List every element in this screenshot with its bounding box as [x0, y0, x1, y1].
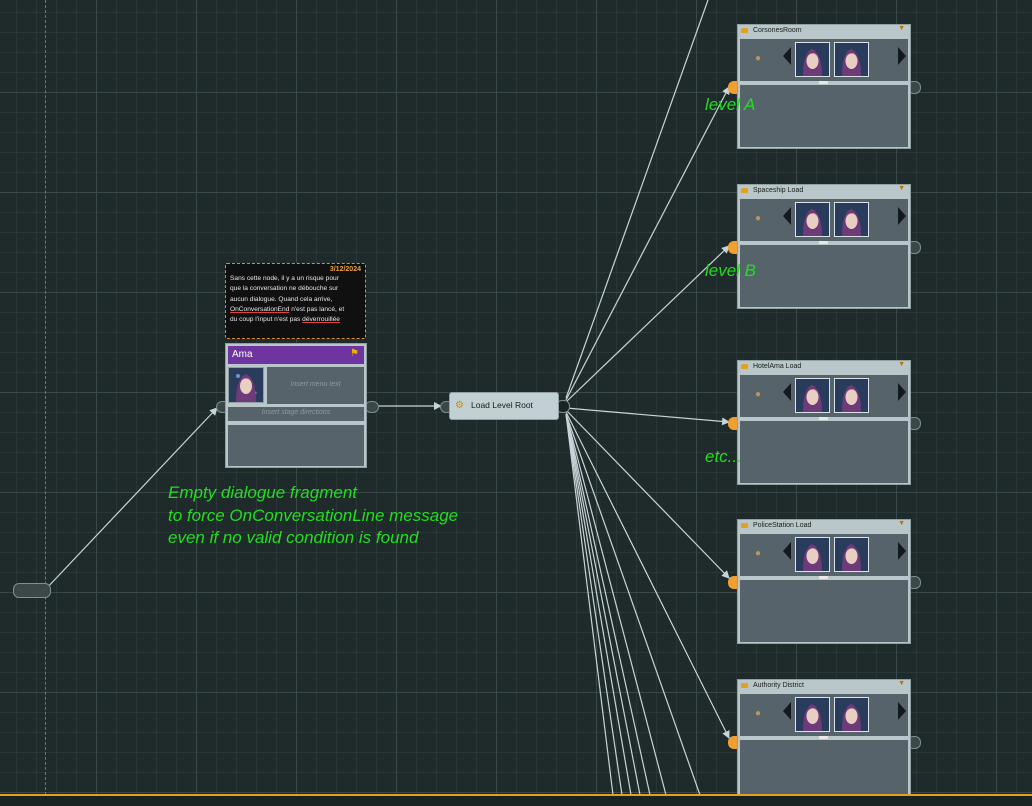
character-thumbnail[interactable] [834, 537, 869, 572]
note-link-onconversationend: OnConversationEnd [230, 305, 290, 313]
character-thumbnail[interactable] [834, 42, 869, 77]
scroll-right-icon[interactable] [898, 702, 906, 720]
condition-speakers-row: ● [740, 199, 908, 241]
dialogue-fragment-node[interactable]: Ama ⚑ Insert menu text Insert stage dire… [225, 343, 367, 468]
condition-name: PoliceStation Load [753, 522, 812, 529]
character-thumbnail[interactable] [834, 697, 869, 732]
condition-speakers-row: ● [740, 39, 908, 81]
row-separator [819, 736, 828, 739]
character-thumbnail[interactable] [834, 202, 869, 237]
scroll-right-icon[interactable] [898, 383, 906, 401]
hub-icon: ⚙ [455, 400, 464, 411]
condition-expression-field[interactable] [740, 740, 908, 794]
scroll-left-icon[interactable] [783, 383, 791, 401]
folder-icon [741, 188, 748, 193]
bottom-status-bar [0, 794, 1032, 806]
condition-speakers-row: ● [740, 534, 908, 576]
condition-title-bar[interactable]: Authority District ▼ [738, 680, 910, 693]
lightbulb-icon: ● [755, 213, 762, 224]
condition-title-bar[interactable]: PoliceStation Load ▼ [738, 520, 910, 533]
folder-icon [741, 683, 748, 688]
speaker-portrait[interactable] [228, 367, 264, 403]
row-separator [819, 241, 828, 244]
row-separator [819, 576, 828, 579]
lightbulb-icon: ● [755, 53, 762, 64]
condition-expression-field[interactable] [740, 85, 908, 147]
condition-expression-field[interactable] [740, 580, 908, 642]
folder-icon [741, 523, 748, 528]
speaker-name: Ama [232, 349, 253, 360]
lightbulb-icon: ● [755, 708, 762, 719]
character-thumbnail[interactable] [795, 378, 830, 413]
note-text: Sans cette node, il y a un risque pour q… [230, 275, 345, 324]
condition-node[interactable]: CorsonesRoom ▼ ● [737, 24, 911, 149]
fragment-output-pin[interactable] [365, 401, 379, 413]
speech-bubble-icon[interactable]: ⚑ [346, 346, 364, 364]
scroll-left-icon[interactable] [783, 702, 791, 720]
row-separator [819, 81, 828, 84]
hub-node-load-level-root[interactable]: ⚙ Load Level Root [449, 392, 559, 420]
scroll-right-icon[interactable] [898, 207, 906, 225]
hub-label: Load Level Root [471, 400, 533, 410]
condition-name: Spaceship Load [753, 187, 804, 194]
canvas-guide-line [45, 0, 46, 795]
chevron-down-icon[interactable]: ▼ [898, 25, 905, 32]
condition-node[interactable]: Spaceship Load ▼ ● [737, 184, 911, 309]
condition-expression-field[interactable] [740, 421, 908, 483]
note-date: 3/12/2024 [329, 266, 361, 273]
annotation-level-a: level A [705, 95, 756, 114]
condition-speakers-row: ● [740, 375, 908, 417]
condition-speakers-row: ● [740, 694, 908, 736]
character-thumbnail[interactable] [834, 378, 869, 413]
folder-icon [741, 364, 748, 369]
dialogue-text-field[interactable] [228, 425, 364, 466]
condition-title-bar[interactable]: HotelAma Load ▼ [738, 361, 910, 374]
menu-text-field[interactable]: Insert menu text [267, 367, 364, 404]
condition-title-bar[interactable]: CorsonesRoom ▼ [738, 25, 910, 38]
character-thumbnail[interactable] [795, 42, 830, 77]
annotation-empty-fragment: Empty dialogue fragment to force OnConve… [168, 483, 459, 547]
condition-name: HotelAma Load [753, 363, 802, 370]
character-thumbnail[interactable] [795, 697, 830, 732]
chevron-down-icon[interactable]: ▼ [898, 520, 905, 527]
condition-title-bar[interactable]: Spaceship Load ▼ [738, 185, 910, 198]
chevron-down-icon[interactable]: ▼ [898, 185, 905, 192]
lightbulb-icon: ● [755, 548, 762, 559]
character-thumbnail[interactable] [795, 537, 830, 572]
character-thumbnail[interactable] [795, 202, 830, 237]
stage-directions-field[interactable]: Insert stage directions [228, 407, 364, 421]
condition-expression-field[interactable] [740, 245, 908, 307]
condition-node[interactable]: PoliceStation Load ▼ ● [737, 519, 911, 644]
scroll-right-icon[interactable] [898, 47, 906, 65]
condition-node[interactable]: Authority District ▼ ● [737, 679, 911, 795]
annotation-etc: etc... [705, 447, 742, 466]
chevron-down-icon[interactable]: ▼ [898, 680, 905, 687]
row-separator [819, 417, 828, 420]
chevron-down-icon[interactable]: ▼ [898, 361, 905, 368]
scroll-left-icon[interactable] [783, 47, 791, 65]
scroll-left-icon[interactable] [783, 207, 791, 225]
fragment-speaker-header[interactable]: Ama [228, 346, 346, 364]
condition-node[interactable]: HotelAma Load ▼ ● [737, 360, 911, 485]
folder-icon [741, 28, 748, 33]
condition-name: Authority District [753, 682, 804, 689]
comment-note[interactable]: 3/12/2024 Sans cette node, il y a un ris… [225, 263, 366, 339]
start-output-pin[interactable] [13, 583, 51, 598]
scroll-right-icon[interactable] [898, 542, 906, 560]
annotation-level-b: level B [705, 261, 757, 280]
lightbulb-icon: ● [755, 389, 762, 400]
condition-name: CorsonesRoom [753, 27, 802, 34]
note-link-unlocked: déverrouillée [302, 316, 340, 324]
scroll-left-icon[interactable] [783, 542, 791, 560]
